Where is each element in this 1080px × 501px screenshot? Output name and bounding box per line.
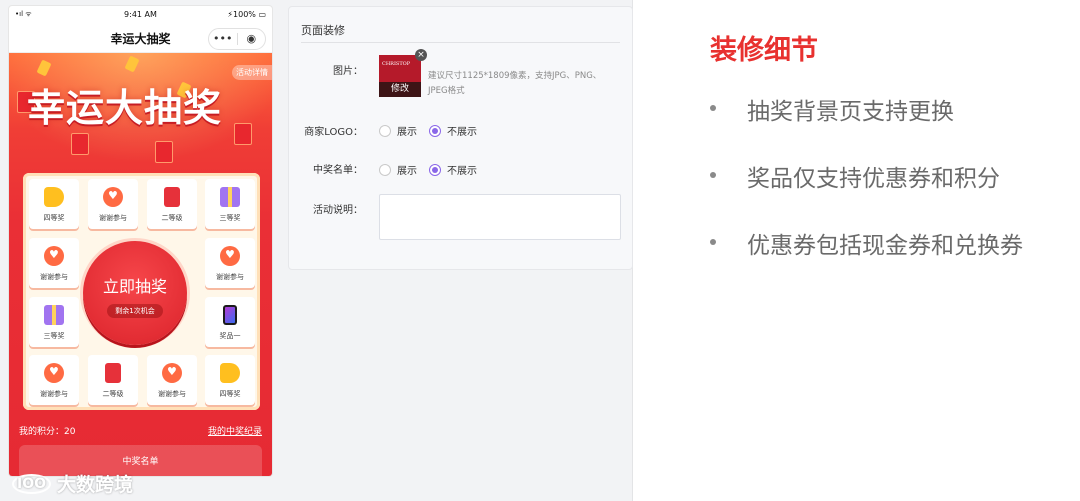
winners-list-label: 中奖名单： <box>313 165 363 176</box>
prize-label: 二等级 <box>102 390 124 398</box>
heart-icon <box>162 363 182 383</box>
more-icon[interactable]: ••• <box>209 29 237 49</box>
draw-button-label: 立即抽奖 <box>102 277 167 296</box>
description-label: 活动说明： <box>313 205 363 216</box>
logo-show-option[interactable]: 展示 <box>379 123 417 138</box>
prize-cell[interactable]: 奖品一 <box>205 297 255 347</box>
prize-cell[interactable]: 二等级 <box>147 179 197 229</box>
prize-label: 谢谢参与 <box>158 390 186 398</box>
prize-cell[interactable]: 谢谢参与 <box>88 179 138 229</box>
option-label: 展示 <box>397 166 417 177</box>
radio-button[interactable] <box>379 163 391 176</box>
lottery-background: 活动详情 幸运大抽奖 四等奖 谢谢参与 二等级 三等奖 谢谢参与 谢谢参与 三等… <box>9 53 272 476</box>
thumbnail-brand: CHRISTOP <box>382 61 411 67</box>
edit-image-button[interactable]: 修改 <box>379 82 421 97</box>
bullet-dot <box>710 105 716 111</box>
gift-icon <box>44 305 64 325</box>
bullet-text: 优惠券包括现金券和兑换券 <box>747 233 1023 259</box>
prize-label: 二等级 <box>161 214 183 222</box>
phone-preview: •ıl ᯤ 9:41 AM ⚡100% ▭ 幸运大抽奖 ••• ◉ 活动详情 幸… <box>9 6 272 476</box>
heart-icon <box>44 363 64 383</box>
option-label: 展示 <box>397 127 417 138</box>
radio-button[interactable] <box>379 124 391 137</box>
red-envelope-decoration <box>155 141 173 163</box>
winners-show-option[interactable]: 展示 <box>379 162 417 177</box>
prize-cell[interactable]: 四等奖 <box>205 355 255 405</box>
close-icon[interactable]: ◉ <box>238 29 266 49</box>
prize-cell[interactable]: 三等奖 <box>205 179 255 229</box>
image-label: 图片： <box>333 66 363 77</box>
red-envelope-decoration <box>234 123 252 145</box>
prize-label: 四等奖 <box>219 390 241 398</box>
panel-divider <box>301 42 620 43</box>
description-textarea[interactable] <box>379 194 621 240</box>
prize-label: 谢谢参与 <box>40 390 68 398</box>
option-label: 不展示 <box>447 127 477 138</box>
logo-hide-option[interactable]: 不展示 <box>429 123 477 138</box>
my-record-link[interactable]: 我的中奖纪录 <box>208 424 262 437</box>
image-size-hint: 建议尺寸1125*1809像素，支持JPG、PNG、JPEG格式 <box>428 71 602 96</box>
page-decoration-panel: 页面装修 图片： CHRISTOP 修改 × 建议尺寸1125*1809像素，支… <box>288 6 633 270</box>
prize-cell[interactable]: 谢谢参与 <box>147 355 197 405</box>
prize-cell[interactable]: 三等奖 <box>29 297 79 347</box>
winners-radio-group: 展示 不展示 <box>379 162 489 177</box>
prize-cell[interactable]: 四等奖 <box>29 179 79 229</box>
phone-icon <box>223 305 237 325</box>
battery-icon: ⚡100% ▭ <box>227 10 266 19</box>
prize-label: 四等奖 <box>43 214 65 222</box>
logo-radio-group: 展示 不展示 <box>379 123 489 138</box>
coin-icon <box>220 363 240 383</box>
mini-program-capsule[interactable]: ••• ◉ <box>208 28 266 50</box>
red-envelope-icon <box>164 187 180 207</box>
prize-label: 奖品一 <box>219 332 241 340</box>
red-envelope-icon <box>105 363 121 383</box>
bullet-text: 奖品仅支持优惠券和积分 <box>747 166 1000 192</box>
coin-icon <box>44 187 64 207</box>
hero-title: 幸运大抽奖 <box>27 86 223 130</box>
heart-icon <box>103 187 123 207</box>
remaining-chances: 剩余1次机会 <box>107 304 163 318</box>
prize-cell[interactable]: 谢谢参与 <box>205 238 255 288</box>
bullet-dot <box>710 172 716 178</box>
prize-cell[interactable]: 二等级 <box>88 355 138 405</box>
watermark-logo: IOO <box>12 473 52 494</box>
option-label: 不展示 <box>447 166 477 177</box>
radio-button-selected[interactable] <box>429 163 441 176</box>
draw-button[interactable]: 立即抽奖 剩余1次机会 <box>83 241 187 345</box>
activity-details-link[interactable]: 活动详情 <box>232 65 272 80</box>
nav-bar: 幸运大抽奖 ••• ◉ <box>9 24 272 53</box>
logo-label: 商家LOGO： <box>304 127 363 138</box>
watermark-text: 大数跨境 <box>57 474 134 496</box>
prize-label: 三等奖 <box>43 332 65 340</box>
radio-button-selected[interactable] <box>429 124 441 137</box>
bullet-dot <box>710 239 716 245</box>
gift-icon <box>220 187 240 207</box>
prize-label: 谢谢参与 <box>216 273 244 281</box>
prize-cell[interactable]: 谢谢参与 <box>29 355 79 405</box>
remove-image-icon[interactable]: × <box>415 49 427 61</box>
status-bar: •ıl ᯤ 9:41 AM ⚡100% ▭ <box>9 6 272 24</box>
winners-hide-option[interactable]: 不展示 <box>429 162 477 177</box>
prize-label: 三等奖 <box>219 214 241 222</box>
panel-title: 页面装修 <box>301 24 345 37</box>
red-envelope-decoration <box>71 133 89 155</box>
background-thumbnail[interactable]: CHRISTOP 修改 × <box>379 49 427 97</box>
heart-icon <box>220 246 240 266</box>
prize-cell[interactable]: 谢谢参与 <box>29 238 79 288</box>
slide-title: 装修细节 <box>710 35 818 66</box>
bullet-text: 抽奖背景页支持更换 <box>747 99 954 125</box>
heart-icon <box>44 246 64 266</box>
prize-label: 谢谢参与 <box>99 214 127 222</box>
prize-label: 谢谢参与 <box>40 273 68 281</box>
my-points: 我的积分：20 <box>19 427 76 437</box>
watermark: IOO 大数跨境 <box>12 470 133 497</box>
